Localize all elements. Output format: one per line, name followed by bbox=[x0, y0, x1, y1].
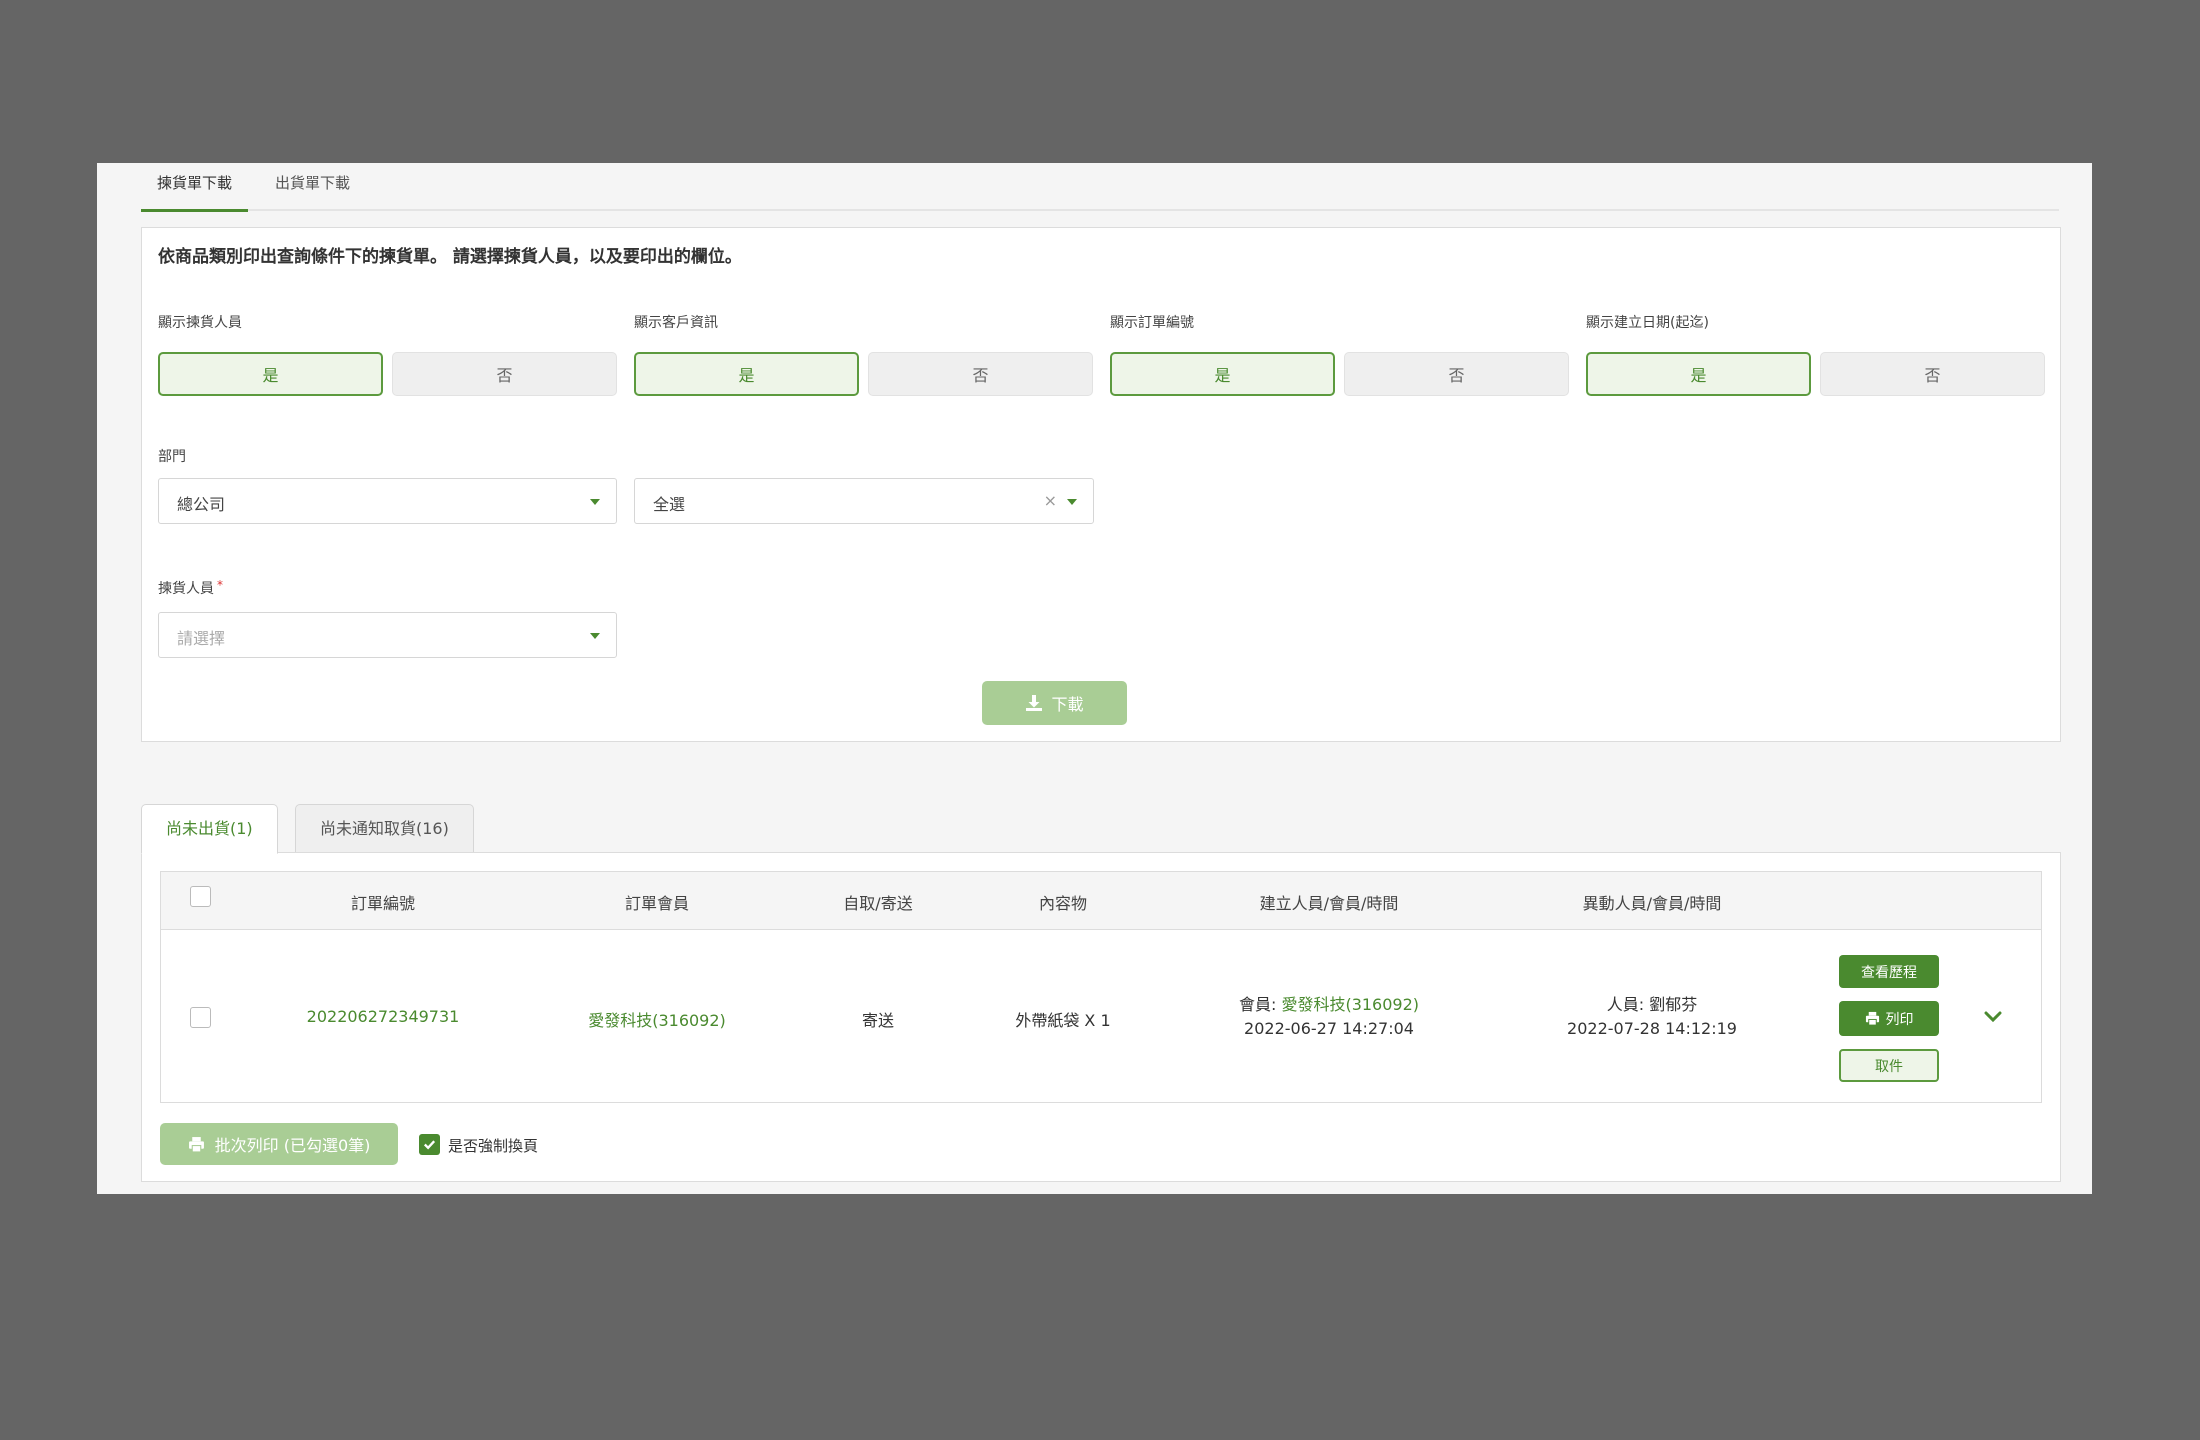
option-show-order-no: 顯示訂單編號 是 否 bbox=[1110, 312, 1570, 396]
show-created-date-yes-button[interactable]: 是 bbox=[1586, 352, 1811, 396]
department-select[interactable]: 總公司 bbox=[158, 478, 617, 524]
chevron-down-icon[interactable] bbox=[1981, 1005, 2005, 1029]
option-show-customer: 顯示客戶資訊 是 否 bbox=[634, 312, 1094, 396]
picker-placeholder: 請選擇 bbox=[177, 629, 226, 648]
option-label: 顯示客戶資訊 bbox=[634, 315, 718, 331]
option-show-created-date: 顯示建立日期(起迄) 是 否 bbox=[1586, 312, 2046, 396]
pickup-button[interactable]: 取件 bbox=[1839, 1049, 1939, 1082]
show-order-no-yes-button[interactable]: 是 bbox=[1110, 352, 1335, 396]
check-icon bbox=[423, 1140, 436, 1150]
option-label: 顯示建立日期(起迄) bbox=[1586, 315, 1709, 331]
modified-by: 人員: 劉郁芬 bbox=[1606, 995, 1698, 1014]
table-row: 202206272349731 愛發科技(316092) 寄送 外帶紙袋 X 1… bbox=[161, 931, 2041, 1103]
show-customer-no-button[interactable]: 否 bbox=[868, 352, 1093, 396]
header-delivery: 自取/寄送 bbox=[843, 894, 913, 913]
tab-shipping-download[interactable]: 出貨單下載 bbox=[259, 163, 366, 211]
department-sub-select[interactable]: 全選 × bbox=[634, 478, 1094, 524]
picking-panel: 揀貨單下載 出貨單下載 依商品類別印出查詢條件下的揀貨單。 請選擇揀貨人員，以及… bbox=[97, 163, 2092, 1194]
print-button[interactable]: 列印 bbox=[1839, 1001, 1939, 1036]
order-contents: 外帶紙袋 X 1 bbox=[1015, 1011, 1111, 1030]
select-all-checkbox[interactable] bbox=[190, 886, 211, 907]
row-checkbox[interactable] bbox=[190, 1007, 211, 1028]
caret-down-icon bbox=[590, 633, 600, 639]
modified-info: 人員: 劉郁芬 2022-07-28 14:12:19 bbox=[1567, 993, 1737, 1041]
show-customer-yes-button[interactable]: 是 bbox=[634, 352, 859, 396]
batch-print-label: 批次列印 (已勾選0筆) bbox=[214, 1136, 371, 1155]
picking-settings-card: 依商品類別印出查詢條件下的揀貨單。 請選擇揀貨人員，以及要印出的欄位。 顯示揀貨… bbox=[141, 227, 2061, 742]
created-prefix: 會員: bbox=[1238, 995, 1282, 1014]
print-label: 列印 bbox=[1885, 1011, 1914, 1028]
header-contents: 內容物 bbox=[1038, 894, 1088, 913]
download-button[interactable]: 下載 bbox=[982, 681, 1127, 725]
tab-not-shipped[interactable]: 尚未出貨(1) bbox=[141, 804, 278, 854]
batch-print-button[interactable]: 批次列印 (已勾選0筆) bbox=[160, 1123, 398, 1165]
picker-label: 揀貨人員 * bbox=[158, 578, 223, 597]
top-tab-bar: 揀貨單下載 出貨單下載 bbox=[141, 163, 2059, 212]
created-time: 2022-06-27 14:27:04 bbox=[1244, 1019, 1414, 1038]
order-table: 訂單編號 訂單會員 自取/寄送 內容物 建立人員/會員/時間 異動人員/會員/時… bbox=[160, 871, 2042, 1103]
show-picker-no-button[interactable]: 否 bbox=[392, 352, 617, 396]
show-order-no-no-button[interactable]: 否 bbox=[1344, 352, 1569, 396]
view-history-button[interactable]: 查看歷程 bbox=[1839, 955, 1939, 988]
option-label: 顯示訂單編號 bbox=[1110, 315, 1194, 331]
modified-time: 2022-07-28 14:12:19 bbox=[1567, 1019, 1737, 1038]
delivery-type: 寄送 bbox=[861, 1011, 895, 1030]
clear-icon[interactable]: × bbox=[1044, 491, 1057, 510]
option-label: 顯示揀貨人員 bbox=[158, 315, 242, 331]
department-value: 總公司 bbox=[177, 495, 226, 514]
download-label: 下載 bbox=[1051, 695, 1084, 714]
order-number-link[interactable]: 202206272349731 bbox=[307, 1007, 460, 1026]
picker-select[interactable]: 請選擇 bbox=[158, 612, 617, 658]
force-page-break-label: 是否強制換頁 bbox=[448, 1137, 539, 1155]
department-sub-value: 全選 bbox=[653, 495, 686, 514]
show-created-date-no-button[interactable]: 否 bbox=[1820, 352, 2045, 396]
table-header: 訂單編號 訂單會員 自取/寄送 內容物 建立人員/會員/時間 異動人員/會員/時… bbox=[161, 872, 2041, 930]
created-info: 會員: 愛發科技(316092) 2022-06-27 14:27:04 bbox=[1239, 993, 1419, 1041]
member-link[interactable]: 愛發科技(316092) bbox=[588, 1007, 726, 1031]
header-modified: 異動人員/會員/時間 bbox=[1582, 894, 1722, 913]
required-mark: * bbox=[217, 578, 223, 592]
force-page-break-checkbox[interactable] bbox=[419, 1134, 440, 1155]
order-list-panel: 訂單編號 訂單會員 自取/寄送 內容物 建立人員/會員/時間 異動人員/會員/時… bbox=[141, 852, 2061, 1182]
printer-icon bbox=[188, 1136, 204, 1152]
tab-picking-download[interactable]: 揀貨單下載 bbox=[141, 163, 249, 212]
header-created: 建立人員/會員/時間 bbox=[1259, 894, 1399, 913]
printer-icon bbox=[1865, 1011, 1879, 1026]
show-picker-yes-button[interactable]: 是 bbox=[158, 352, 383, 396]
header-order-no: 訂單編號 bbox=[350, 894, 416, 913]
option-show-picker: 顯示揀貨人員 是 否 bbox=[158, 312, 618, 396]
header-member: 訂單會員 bbox=[624, 894, 690, 913]
tab-pickup-not-notified[interactable]: 尚未通知取貨(16) bbox=[295, 804, 474, 854]
created-member-link[interactable]: 愛發科技(316092) bbox=[1281, 995, 1419, 1014]
department-label: 部門 bbox=[158, 449, 186, 465]
download-icon bbox=[1026, 695, 1043, 711]
caret-down-icon bbox=[1067, 499, 1077, 505]
card-description: 依商品類別印出查詢條件下的揀貨單。 請選擇揀貨人員，以及要印出的欄位。 bbox=[158, 247, 742, 267]
caret-down-icon bbox=[590, 499, 600, 505]
